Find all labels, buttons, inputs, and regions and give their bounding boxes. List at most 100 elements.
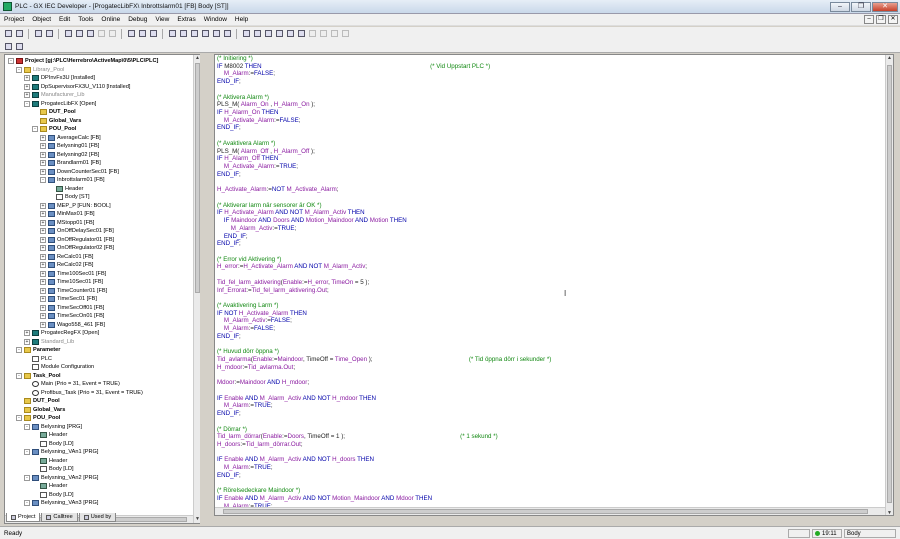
save-icon[interactable] bbox=[14, 29, 24, 39]
collapse-icon[interactable]: - bbox=[24, 474, 30, 481]
collapse-icon[interactable]: - bbox=[16, 347, 22, 354]
redo-icon[interactable] bbox=[107, 29, 117, 39]
tree-node[interactable]: + DownCounterSec01 [FB] bbox=[40, 168, 119, 177]
code-line[interactable]: (* Avaktivera Alarm *) bbox=[217, 140, 275, 148]
expand-icon[interactable]: + bbox=[40, 270, 46, 277]
expand-icon[interactable]: + bbox=[24, 83, 30, 90]
tree-node[interactable]: DUT_Pool bbox=[32, 108, 76, 117]
expand-icon[interactable]: + bbox=[24, 75, 30, 82]
code-line[interactable]: END_IF; bbox=[217, 410, 241, 418]
tree-node[interactable]: - Task_Pool bbox=[16, 372, 61, 381]
expand-icon[interactable]: + bbox=[40, 219, 46, 226]
code-line[interactable]: M_Alarm_Activ:=TRUE; bbox=[217, 225, 297, 233]
minimize-button[interactable]: – bbox=[830, 2, 850, 12]
menu-debug[interactable]: Debug bbox=[128, 16, 147, 23]
mdi-minimize-button[interactable]: – bbox=[864, 15, 874, 24]
output-window-icon[interactable] bbox=[14, 41, 24, 51]
tree-node[interactable]: Body [LD] bbox=[32, 465, 74, 474]
collapse-icon[interactable]: - bbox=[16, 66, 22, 73]
code-line[interactable]: IF H_Activate_Alarm AND NOT M_Alarm_Acti… bbox=[217, 209, 365, 217]
tree-node[interactable]: Module Configuration bbox=[24, 363, 94, 372]
tree-node[interactable]: Header bbox=[32, 431, 67, 440]
editor-vertical-scrollbar[interactable]: ▲ ▼ bbox=[885, 55, 893, 515]
code-line[interactable]: (* Rörelsedeckare Maindoor *) bbox=[217, 487, 300, 495]
tree-node[interactable]: + Wago558_461 [FB] bbox=[40, 321, 105, 330]
code-line[interactable]: Tid_fel_larm_aktivering(Enable:=H_error,… bbox=[217, 279, 369, 287]
tree-node[interactable]: - ProgatecLibFX [Open] bbox=[24, 100, 96, 109]
entry-data-icon[interactable] bbox=[222, 29, 232, 39]
rebuild-icon[interactable] bbox=[178, 29, 188, 39]
expand-icon[interactable]: + bbox=[40, 143, 46, 150]
grid-icon[interactable] bbox=[340, 29, 350, 39]
collapse-icon[interactable]: - bbox=[24, 500, 30, 507]
upload-icon[interactable] bbox=[200, 29, 210, 39]
collapse-icon[interactable]: - bbox=[40, 177, 46, 184]
tree-node[interactable]: Header bbox=[48, 185, 83, 194]
menu-view[interactable]: View bbox=[155, 16, 169, 23]
device-edit-icon[interactable] bbox=[274, 29, 284, 39]
code-line[interactable]: IF NOT H_Activate_Alarm THEN bbox=[217, 310, 307, 318]
expand-icon[interactable]: + bbox=[24, 330, 30, 337]
expand-icon[interactable]: + bbox=[40, 211, 46, 218]
code-line[interactable]: (* Avaktivering Larm *) bbox=[217, 302, 278, 310]
expand-icon[interactable]: + bbox=[40, 321, 46, 328]
code-line[interactable]: END_IF; bbox=[217, 233, 248, 241]
monitor-icon[interactable] bbox=[211, 29, 221, 39]
mdi-restore-button[interactable]: ❐ bbox=[876, 15, 886, 24]
mdi-close-button[interactable]: ✕ bbox=[888, 15, 898, 24]
watch-icon[interactable] bbox=[285, 29, 295, 39]
tree-node[interactable]: - Parameter bbox=[16, 346, 60, 355]
tree-node[interactable]: + OnOffRegulator01 [FB] bbox=[40, 236, 114, 245]
print-icon[interactable] bbox=[33, 29, 43, 39]
code-line[interactable]: (* Aktivera Alarm *) bbox=[217, 94, 269, 102]
code-line[interactable]: (* Error vid Aktivering *) bbox=[217, 256, 281, 264]
collapse-icon[interactable]: - bbox=[16, 372, 22, 379]
code-line[interactable]: M_Alarm:=TRUE; bbox=[217, 402, 273, 410]
tree-node[interactable]: + TimeSec01 [FB] bbox=[40, 295, 97, 304]
code-line[interactable]: (* Huvud dörr öppna *) bbox=[217, 348, 279, 356]
compile-icon[interactable] bbox=[167, 29, 177, 39]
tree-vertical-scrollbar[interactable]: ▲ ▼ bbox=[193, 55, 200, 523]
code-line[interactable]: H_mdoor:=Tid_avlarma.Out; bbox=[217, 364, 295, 372]
tree-node[interactable]: + Manufacturer_Lib bbox=[24, 91, 85, 100]
menu-project[interactable]: Project bbox=[4, 16, 24, 23]
collapse-icon[interactable]: - bbox=[24, 100, 30, 107]
code-line[interactable]: PLS_M( Alarm_On , H_Alarm_On ); bbox=[217, 101, 315, 109]
code-line[interactable]: M_Alarm:=TRUE; bbox=[217, 464, 273, 472]
code-line[interactable]: IF Enable AND M_Alarm_Activ AND NOT Moti… bbox=[217, 495, 432, 503]
tree-node[interactable]: + TimeSecOff01 [FB] bbox=[40, 304, 104, 313]
expand-icon[interactable]: + bbox=[40, 228, 46, 235]
new-project-icon[interactable] bbox=[3, 29, 13, 39]
tree-node[interactable]: + Time10Sec01 [FB] bbox=[40, 278, 103, 287]
tree-node[interactable]: Body [ST] bbox=[48, 193, 90, 202]
download-icon[interactable] bbox=[189, 29, 199, 39]
expand-icon[interactable]: + bbox=[40, 151, 46, 158]
expand-icon[interactable]: + bbox=[40, 296, 46, 303]
code-line[interactable]: H_Activate_Alarm:=NOT M_Activate_Alarm; bbox=[217, 186, 339, 194]
tree-node[interactable]: + Belysning01 [FB] bbox=[40, 142, 99, 151]
tree-node[interactable]: + Standard_Lib bbox=[24, 338, 74, 347]
collapse-icon[interactable]: - bbox=[8, 58, 14, 65]
collapse-icon[interactable]: - bbox=[32, 126, 38, 133]
menu-object[interactable]: Object bbox=[32, 16, 51, 23]
code-line[interactable]: END_IF; bbox=[217, 124, 241, 132]
check-icon[interactable] bbox=[137, 29, 147, 39]
collapse-icon[interactable]: - bbox=[24, 423, 30, 430]
tree-node[interactable]: + MinMax01 [FB] bbox=[40, 210, 95, 219]
code-line[interactable]: M_Alarm:=FALSE; bbox=[217, 70, 275, 78]
code-line[interactable]: H_error:=H_Activate_Alarm AND NOT M_Alar… bbox=[217, 263, 367, 271]
tree-node[interactable]: + TimeCounter01 [FB] bbox=[40, 287, 107, 296]
code-line[interactable]: H_doors:=Tid_larm_dörrar.Out; bbox=[217, 441, 303, 449]
tree-node[interactable]: Profibus_Task (Prio = 31, Event = TRUE) bbox=[24, 389, 143, 398]
tree-node[interactable]: Global_Vars bbox=[16, 406, 65, 415]
collapse-icon[interactable]: - bbox=[24, 449, 30, 456]
code-line[interactable]: (* Initiering *) bbox=[217, 55, 253, 63]
cut-icon[interactable] bbox=[63, 29, 73, 39]
tree-node[interactable]: Global_Vars bbox=[32, 117, 81, 126]
tab-calltree[interactable]: Calltree bbox=[41, 513, 78, 522]
tree-node[interactable]: + DpSupervisorFX3U_V110 [Installed] bbox=[24, 83, 130, 92]
code-line[interactable]: END_IF; bbox=[217, 472, 241, 480]
tree-node[interactable]: PLC bbox=[24, 355, 52, 364]
tab-used-by[interactable]: Used by bbox=[78, 513, 117, 522]
tree-node[interactable]: - Inbrottslarm01 [FB] bbox=[40, 176, 105, 185]
